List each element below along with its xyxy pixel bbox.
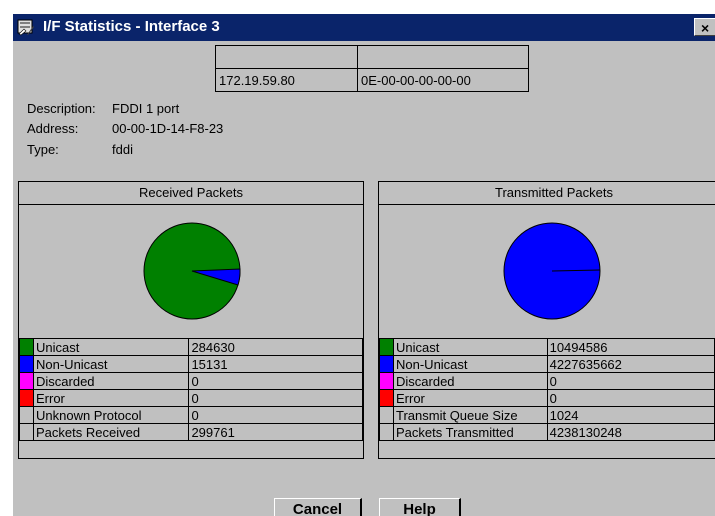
row-label: Unicast	[393, 338, 548, 356]
row-label: Packets Received	[32, 423, 190, 441]
row-value: 299761	[188, 423, 363, 441]
table-row: Unicast 284630	[19, 338, 363, 356]
table-row: Error 0	[19, 389, 363, 407]
row-value: 284630	[188, 338, 363, 356]
close-button[interactable]: ×	[694, 18, 715, 36]
row-label: Error	[393, 389, 548, 407]
address-label: Address:	[27, 121, 79, 136]
transmitted-packets-panel: Transmitted Packets Unicast 10494586 Non…	[378, 181, 715, 459]
received-packets-panel: Received Packets Unicast 284630 Non-Unic…	[18, 181, 364, 459]
unicast-color-swatch	[380, 339, 393, 355]
title-bar[interactable]: I/F Statistics - Interface 3 ×	[13, 14, 715, 41]
table-cell	[357, 45, 529, 69]
table-row: Non-Unicast 15131	[19, 355, 363, 373]
row-label: Unknown Protocol	[32, 406, 190, 424]
table-row: Non-Unicast 4227635662	[379, 355, 715, 373]
received-stats-table: Unicast 284630 Non-Unicast 15131 Discard…	[19, 338, 363, 441]
row-label: Discarded	[32, 372, 190, 390]
address-value: 00-00-1D-14-F8-23	[112, 121, 224, 136]
table-row: Packets Transmitted 4238130248	[379, 423, 715, 441]
row-label: Packets Transmitted	[393, 423, 548, 441]
description-value: FDDI 1 port	[112, 101, 180, 116]
row-value: 15131	[188, 355, 363, 373]
error-color-swatch	[380, 390, 393, 406]
table-row: Discarded 0	[379, 372, 715, 390]
window-title: I/F Statistics - Interface 3	[43, 18, 220, 35]
cancel-button[interactable]: Cancel	[274, 498, 362, 516]
transmitted-stats-table: Unicast 10494586 Non-Unicast 4227635662 …	[379, 338, 715, 441]
row-value: 0	[188, 389, 363, 407]
row-value: 4227635662	[546, 355, 715, 373]
row-value: 0	[546, 372, 715, 390]
type-value: fddi	[112, 142, 133, 157]
ip-address-cell: 172.19.59.80	[215, 68, 358, 92]
table-row: Error 0	[379, 389, 715, 407]
row-value: 0	[546, 389, 715, 407]
non-unicast-color-swatch	[380, 356, 393, 372]
statistics-app-icon	[17, 18, 35, 36]
address-table: 172.19.59.80 0E-00-00-00-00-00	[215, 45, 529, 92]
unicast-color-swatch	[20, 339, 33, 355]
description-label: Description:	[27, 101, 96, 116]
table-cell	[215, 45, 358, 69]
mac-address-cell: 0E-00-00-00-00-00	[357, 68, 529, 92]
row-value: 1024	[546, 406, 715, 424]
row-label: Transmit Queue Size	[393, 406, 548, 424]
table-row: Transmit Queue Size 1024	[379, 406, 715, 424]
transmitted-pie-chart	[379, 205, 715, 338]
row-label: Error	[32, 389, 190, 407]
row-label: Discarded	[393, 372, 548, 390]
table-row	[215, 45, 529, 69]
error-color-swatch	[20, 390, 33, 406]
non-unicast-color-swatch	[20, 356, 33, 372]
type-label: Type:	[27, 142, 59, 157]
discarded-color-swatch	[380, 373, 393, 389]
row-label: Unicast	[32, 338, 190, 356]
row-value: 4238130248	[546, 423, 715, 441]
row-label: Non-Unicast	[32, 355, 190, 373]
received-pie-chart	[19, 205, 363, 338]
close-icon: ×	[701, 20, 710, 36]
received-packets-header: Received Packets	[19, 182, 363, 205]
row-value: 0	[188, 406, 363, 424]
table-row: Unicast 10494586	[379, 338, 715, 356]
row-value: 0	[188, 372, 363, 390]
table-row: Unknown Protocol 0	[19, 406, 363, 424]
interface-statistics-window: I/F Statistics - Interface 3 × 172.19.59…	[13, 14, 715, 516]
help-button[interactable]: Help	[379, 498, 461, 516]
table-row: Packets Received 299761	[19, 423, 363, 441]
transmitted-packets-header: Transmitted Packets	[379, 182, 715, 205]
table-row: 172.19.59.80 0E-00-00-00-00-00	[215, 68, 529, 92]
row-label: Non-Unicast	[393, 355, 548, 373]
row-value: 10494586	[546, 338, 715, 356]
discarded-color-swatch	[20, 373, 33, 389]
table-row: Discarded 0	[19, 372, 363, 390]
